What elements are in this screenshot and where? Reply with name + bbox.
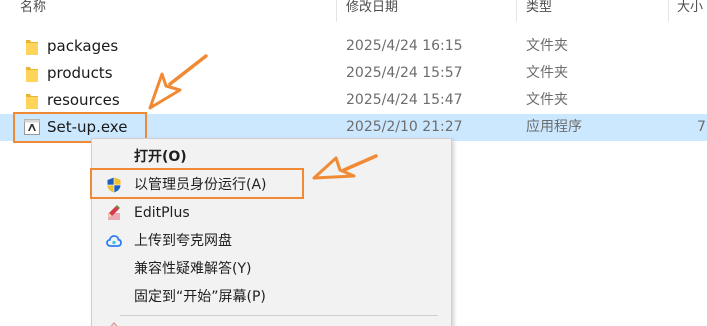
file-row-products[interactable]: products 2025/4/24 15:57 文件夹 [0, 60, 707, 87]
file-date: 2025/4/24 15:57 [346, 65, 463, 81]
file-date: 2025/4/24 15:47 [346, 92, 463, 108]
file-name: products [47, 64, 113, 82]
file-date: 2025/2/10 21:27 [346, 119, 463, 135]
column-date-header[interactable]: 修改日期 [346, 0, 398, 20]
column-name-header[interactable]: 名称 [20, 0, 46, 20]
menu-item-label: EditPlus [134, 205, 190, 221]
menu-item-label: 上传到夸克网盘 [134, 233, 232, 249]
column-size-header[interactable]: 大小 [677, 0, 703, 20]
folder-icon [26, 67, 38, 82]
menu-item-compatibility[interactable]: 兼容性疑难解答(Y) [92, 255, 451, 283]
column-divider[interactable] [668, 0, 669, 22]
menu-item-editplus[interactable]: EditPlus [92, 199, 451, 227]
editplus-icon [108, 205, 120, 220]
annotation-arrow-icon [148, 54, 208, 110]
partial-menu-icon [110, 322, 118, 326]
folder-icon [26, 94, 38, 109]
menu-item-label: 打开(O) [134, 149, 187, 165]
column-divider[interactable] [516, 0, 517, 22]
column-divider[interactable] [336, 0, 337, 22]
menu-separator [120, 315, 438, 316]
menu-item-upload-quark[interactable]: 上传到夸克网盘 [92, 227, 451, 255]
menu-item-label: 固定到“开始”屏幕(P) [134, 289, 266, 305]
folder-icon [26, 40, 38, 55]
column-type-header[interactable]: 类型 [526, 0, 552, 20]
menu-item-pin-to-start[interactable]: 固定到“开始”屏幕(P) [92, 283, 451, 311]
context-menu: 打开(O) 以管理员身份运行(A) EditPlus 上传到夸克网盘 兼容性疑难… [91, 138, 452, 326]
file-row-resources[interactable]: resources 2025/4/24 15:47 文件夹 [0, 87, 707, 114]
file-size: 7, [697, 119, 707, 135]
file-type: 文件夹 [526, 65, 568, 81]
file-explorer-window: 名称 修改日期 类型 大小 packages 2025/4/24 16:15 文… [0, 0, 707, 326]
file-name: resources [47, 91, 120, 109]
file-type: 应用程序 [526, 119, 582, 135]
annotation-arrow-icon [312, 154, 378, 180]
annotation-highlight-run-as-admin [90, 168, 304, 199]
file-type: 文件夹 [526, 38, 568, 54]
file-name: packages [47, 37, 119, 55]
menu-item-open[interactable]: 打开(O) [92, 143, 451, 171]
column-header: 名称 修改日期 类型 大小 [0, 0, 707, 22]
file-date: 2025/4/24 16:15 [346, 38, 463, 54]
file-type: 文件夹 [526, 92, 568, 108]
menu-item-label: 兼容性疑难解答(Y) [134, 261, 252, 277]
quark-cloud-icon [106, 235, 122, 247]
file-row-packages[interactable]: packages 2025/4/24 16:15 文件夹 [0, 33, 707, 60]
